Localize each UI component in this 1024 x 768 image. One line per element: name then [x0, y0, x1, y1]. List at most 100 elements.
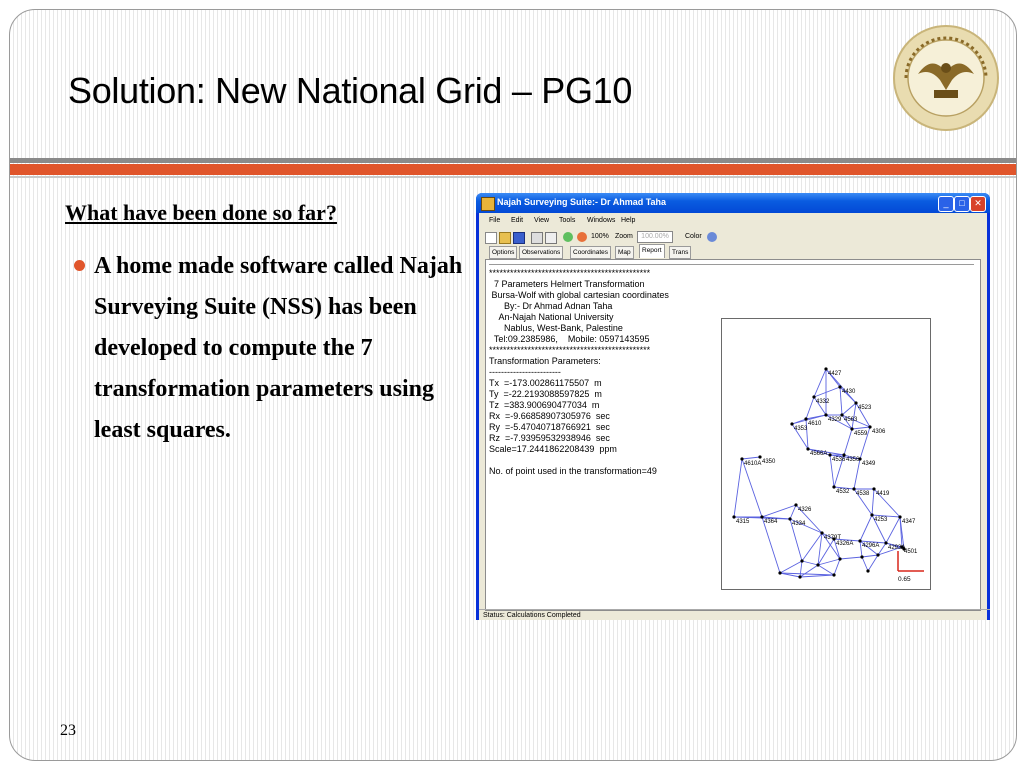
network-point-label: 4347: [902, 519, 916, 525]
color-picker-icon[interactable]: [707, 232, 717, 242]
app-icon: [481, 197, 495, 211]
maximize-icon[interactable]: □: [954, 196, 970, 212]
network-point-label: 4293A: [888, 545, 905, 551]
tab-coordinates[interactable]: Coordinates: [570, 246, 612, 259]
report-line: 7 Parameters Helmert Transformation: [489, 279, 645, 289]
title-divider-grey: [10, 158, 1016, 163]
bullet-text: A home made software called Najah Survey…: [94, 253, 463, 443]
network-point-label: 4559: [854, 431, 868, 437]
menu-file[interactable]: File: [489, 217, 500, 224]
menu-tools[interactable]: Tools: [559, 217, 575, 224]
network-point-label: 4566A: [810, 451, 827, 457]
color-label: Color: [685, 233, 702, 240]
network-edge: [761, 516, 781, 574]
report-line: Rz =-7.93959532938946 sec: [489, 433, 610, 443]
network-point-label: 4332: [816, 399, 830, 405]
slide-title: Solution: New National Grid – PG10: [68, 70, 633, 111]
network-point-label: 4501: [904, 549, 918, 555]
network-point-label: 4610A: [744, 461, 761, 467]
zoom-in-icon[interactable]: [563, 232, 573, 242]
network-point: [832, 573, 836, 577]
tab-trans[interactable]: Trans: [669, 246, 692, 259]
report-line: Tx =-173.002861175507 m: [489, 378, 602, 388]
network-point-label: 4326A: [836, 541, 853, 547]
minimize-icon[interactable]: _: [938, 196, 954, 212]
network-edge: [885, 516, 901, 544]
report-line: Tz =383.900690477034 m: [489, 400, 600, 410]
section-heading: What have been done so far?: [65, 200, 337, 225]
new-file-icon[interactable]: [485, 232, 497, 244]
network-point-label: 4253: [874, 517, 888, 523]
network-edge: [853, 458, 861, 490]
network-edge: [871, 488, 875, 516]
network-edge: [843, 428, 853, 456]
print-icon[interactable]: [531, 232, 543, 244]
network-point-label: 4532: [836, 489, 850, 495]
network-edge: [839, 556, 863, 560]
zoom-value: 100%: [591, 233, 609, 240]
network-point-label: 4538: [856, 491, 870, 497]
network-edge: [861, 556, 869, 572]
menu-edit[interactable]: Edit: [511, 217, 523, 224]
network-point: [866, 569, 870, 573]
network-point-label: 4334: [792, 521, 806, 527]
report-line: Transformation Parameters:: [489, 356, 601, 366]
report-line: Rx =-9.66858907305976 sec: [489, 411, 610, 421]
report-line: Tel:09.2385986, Mobile: 0597143595: [489, 334, 650, 344]
save-icon[interactable]: [513, 232, 525, 244]
network-edge: [859, 514, 873, 542]
status-bar: Status: Calculations Completed: [479, 609, 990, 620]
network-point: [876, 553, 880, 557]
network-point-label: 4536: [832, 457, 846, 463]
page-number: 23: [60, 722, 76, 739]
title-divider-accent: [10, 164, 1016, 175]
network-diagram: 4427 4430 4332 4523 4306 46104353 4329 4563 4559…: [721, 318, 931, 590]
report-line: By:- Dr Ahmad Adnan Taha: [489, 301, 613, 311]
network-edge: [741, 456, 761, 460]
network-point-label: 4315: [736, 519, 750, 525]
network-point: [798, 575, 802, 579]
network-edge: [851, 402, 857, 430]
toolbar: 100% Zoom 100.00% Color: [479, 229, 987, 245]
network-point: [800, 559, 804, 563]
report-line: [489, 455, 719, 466]
open-folder-icon[interactable]: [499, 232, 511, 244]
window-body: File Edit View Tools Windows Help 100% Z…: [479, 213, 990, 620]
menubar: File Edit View Tools Windows Help: [479, 213, 987, 228]
report-line: No. of point used in the transformation=…: [489, 466, 657, 476]
print-preview-icon[interactable]: [545, 232, 557, 244]
network-point-label: 4430: [842, 389, 856, 395]
network-point-label: 4350: [762, 459, 776, 465]
network-point: [778, 571, 782, 575]
tab-options[interactable]: Options: [489, 246, 518, 259]
tab-map[interactable]: Map: [615, 246, 634, 259]
network-edge: [799, 574, 835, 578]
report-line: ****************************************…: [489, 345, 651, 355]
network-point-label: 4610: [808, 421, 822, 427]
close-icon[interactable]: ✕: [970, 196, 986, 212]
report-line: Scale=17.2441862208439 ppm: [489, 444, 617, 454]
network-edge: [733, 458, 743, 518]
network-edge: [867, 554, 879, 572]
zoom-out-icon[interactable]: [577, 232, 587, 242]
zoom-input[interactable]: 100.00%: [637, 231, 673, 243]
network-edge: [833, 558, 841, 576]
network-edge: [761, 504, 797, 518]
menu-help[interactable]: Help: [621, 217, 635, 224]
network-point-label: 4353: [794, 426, 808, 432]
network-point-label: 4349: [862, 461, 876, 467]
network-point-label: 4326: [798, 507, 812, 513]
tab-report[interactable]: Report: [639, 244, 665, 258]
report-line: Nablus, West-Bank, Palestine: [489, 323, 623, 333]
network-edge: [799, 564, 819, 578]
network-point-label: 4306: [872, 429, 886, 435]
menu-view[interactable]: View: [534, 217, 549, 224]
network-point-label: 4563: [844, 417, 858, 423]
tab-observations[interactable]: Observations: [519, 246, 564, 259]
zoom-label: Zoom: [615, 233, 633, 240]
network-edge: [861, 554, 879, 558]
menu-windows[interactable]: Windows: [587, 217, 615, 224]
title-divider-thin: [10, 176, 1016, 178]
network-edge: [805, 396, 815, 420]
window-titlebar: Najah Surveying Suite:- Dr Ahmad Taha _ …: [476, 193, 990, 213]
